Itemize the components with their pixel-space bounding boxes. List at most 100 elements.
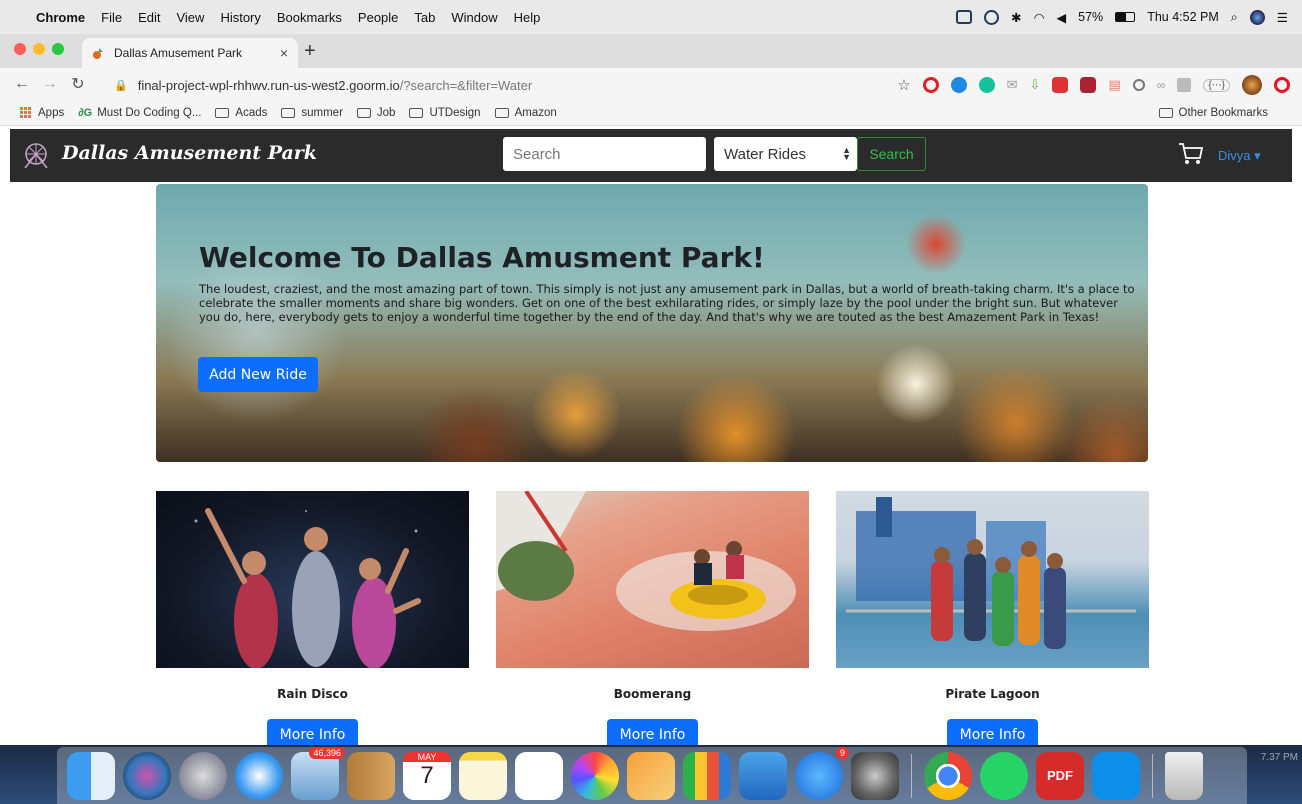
notes-icon[interactable] bbox=[459, 751, 507, 800]
ride-name: Pirate Lagoon bbox=[945, 687, 1040, 701]
pirate-lagoon-photo bbox=[846, 497, 1136, 649]
menubar-clock[interactable]: Thu 4:52 PM bbox=[1147, 10, 1219, 24]
bookmark-coding[interactable]: ∂G Must Do Coding Q... bbox=[78, 107, 201, 119]
wifi-icon[interactable]: ◠ bbox=[1034, 10, 1045, 25]
menu-bookmarks[interactable]: Bookmarks bbox=[277, 10, 342, 25]
calendar-day: 7 bbox=[420, 761, 434, 789]
bookmark-summer[interactable]: summer bbox=[281, 107, 343, 119]
app-store-icon[interactable]: 9 bbox=[795, 746, 849, 800]
mail-icon[interactable]: 46,396 bbox=[291, 746, 345, 800]
boomerang-image bbox=[496, 491, 809, 668]
siri-icon[interactable] bbox=[1249, 9, 1265, 25]
reload-icon[interactable]: ↻ bbox=[64, 74, 92, 94]
circle-extension-icon[interactable] bbox=[1132, 79, 1145, 91]
finder-icon[interactable] bbox=[67, 751, 115, 800]
hero-description: The loudest, craziest, and the most amaz… bbox=[199, 282, 1135, 324]
macos-dock: 46,396 MAY 7 9 PDF bbox=[57, 746, 1247, 804]
add-new-ride-button[interactable]: Add New Ride bbox=[198, 357, 318, 392]
gray-extension-icon[interactable] bbox=[1177, 78, 1192, 92]
macos-menubar: Chrome File Edit View History Bookmarks … bbox=[0, 0, 1302, 34]
safari-icon[interactable] bbox=[235, 751, 283, 800]
minimize-window-button[interactable] bbox=[33, 43, 45, 55]
user-menu[interactable]: Divya ▾ bbox=[1218, 148, 1261, 164]
siri-icon[interactable] bbox=[123, 751, 171, 800]
calendar-icon[interactable]: MAY 7 bbox=[403, 751, 451, 800]
folder-icon bbox=[281, 107, 296, 118]
ride-card: Rain Disco More Info bbox=[156, 491, 469, 751]
bookmark-star-icon[interactable]: ☆ bbox=[897, 76, 910, 94]
bookmark-amazon[interactable]: Amazon bbox=[494, 107, 557, 119]
lock-icon[interactable]: 🔒 bbox=[114, 79, 128, 92]
search-input[interactable] bbox=[503, 137, 706, 171]
bookmark-apps[interactable]: Apps bbox=[20, 106, 64, 119]
whatsapp-icon[interactable] bbox=[980, 751, 1028, 800]
contacts-icon[interactable] bbox=[347, 751, 395, 800]
browser-tab-active[interactable]: Dallas Amusement Park × bbox=[82, 38, 298, 68]
ferris-wheel-logo-icon[interactable] bbox=[23, 141, 53, 169]
window-controls bbox=[14, 43, 64, 55]
ride-filter-select[interactable]: Water Rides ▲ ▼ bbox=[714, 137, 857, 171]
partial-clock-text: 7.37 PM bbox=[1260, 752, 1298, 763]
brand-name[interactable]: Dallas Amusement Park bbox=[62, 142, 317, 164]
bluetooth-icon[interactable]: ✱ bbox=[1011, 10, 1021, 25]
json-extension-icon[interactable]: {⋯} bbox=[1203, 78, 1230, 92]
pdf-reader-icon[interactable]: PDF bbox=[1036, 751, 1084, 800]
menu-view[interactable]: View bbox=[176, 10, 204, 25]
chrome-icon[interactable] bbox=[924, 751, 972, 800]
apps-grid-icon bbox=[20, 106, 32, 119]
menu-file[interactable]: File bbox=[101, 10, 122, 25]
pages-icon[interactable] bbox=[627, 751, 675, 800]
numbers-icon[interactable] bbox=[683, 751, 731, 800]
screen-share-icon[interactable] bbox=[956, 10, 973, 24]
opera-extension-icon[interactable] bbox=[922, 77, 939, 93]
link-extension-icon[interactable]: ∞ bbox=[1157, 78, 1166, 92]
menu-tab[interactable]: Tab bbox=[414, 10, 435, 25]
bookmark-job[interactable]: Job bbox=[356, 107, 395, 119]
close-window-button[interactable] bbox=[14, 43, 26, 55]
system-preferences-icon[interactable] bbox=[851, 751, 899, 800]
launchpad-icon[interactable] bbox=[179, 751, 227, 800]
browser-tab-strip: Dallas Amusement Park × + bbox=[0, 34, 1302, 68]
zoom-window-button[interactable] bbox=[52, 43, 64, 55]
volume-icon[interactable]: ◀ bbox=[1057, 10, 1067, 25]
forward-arrow-icon[interactable]: → bbox=[36, 75, 64, 93]
tab-close-icon[interactable]: × bbox=[280, 45, 288, 61]
spotlight-search-icon[interactable]: ⌕ bbox=[1231, 10, 1238, 25]
profile-avatar-icon[interactable] bbox=[1242, 75, 1262, 95]
battery-icon[interactable] bbox=[1115, 12, 1136, 22]
boomerang-photo bbox=[496, 491, 796, 631]
adblock-extension-icon[interactable] bbox=[1052, 77, 1069, 93]
grammarly-extension-icon[interactable] bbox=[978, 77, 995, 93]
search-button[interactable]: Search bbox=[857, 137, 926, 171]
photos-icon[interactable] bbox=[571, 751, 619, 800]
ride-card: Pirate Lagoon More Info bbox=[836, 491, 1149, 751]
tab-title: Dallas Amusement Park bbox=[114, 46, 243, 60]
menu-help[interactable]: Help bbox=[514, 10, 541, 25]
back-arrow-icon[interactable]: ← bbox=[8, 75, 36, 93]
geeks-icon: ∂G bbox=[78, 106, 93, 119]
notification-center-icon[interactable]: ☰ bbox=[1277, 10, 1288, 25]
menu-history[interactable]: History bbox=[220, 10, 260, 25]
layout-extension-icon[interactable]: ▤ bbox=[1108, 77, 1120, 93]
download-extension-icon[interactable]: ⇩ bbox=[1030, 77, 1041, 93]
opera-menu-icon[interactable] bbox=[1274, 77, 1290, 93]
menu-app-name[interactable]: Chrome bbox=[36, 10, 85, 25]
reminders-icon[interactable] bbox=[515, 751, 563, 800]
bookmark-utdesign[interactable]: UTDesign bbox=[409, 107, 481, 119]
bookmark-other[interactable]: Other Bookmarks bbox=[1158, 107, 1268, 119]
menu-people[interactable]: People bbox=[358, 10, 398, 25]
sync-icon[interactable] bbox=[984, 9, 1000, 25]
bookmark-acads[interactable]: Acads bbox=[215, 107, 267, 119]
menu-window[interactable]: Window bbox=[451, 10, 497, 25]
keynote-icon[interactable] bbox=[739, 751, 787, 800]
address-bar[interactable]: 🔒 final-project-wpl-rhhwv.run-us-west2.g… bbox=[114, 74, 874, 96]
mail-extension-icon[interactable]: ✉ bbox=[1007, 77, 1018, 93]
cart-icon[interactable] bbox=[1178, 142, 1204, 166]
color-extension-icon[interactable] bbox=[1080, 77, 1097, 93]
skype-extension-icon[interactable] bbox=[950, 77, 967, 93]
trash-icon[interactable] bbox=[1165, 751, 1203, 800]
teamviewer-icon[interactable] bbox=[1092, 751, 1140, 800]
battery-percent[interactable]: 57% bbox=[1078, 10, 1103, 24]
new-tab-button[interactable]: + bbox=[304, 40, 316, 63]
menu-edit[interactable]: Edit bbox=[138, 10, 160, 25]
